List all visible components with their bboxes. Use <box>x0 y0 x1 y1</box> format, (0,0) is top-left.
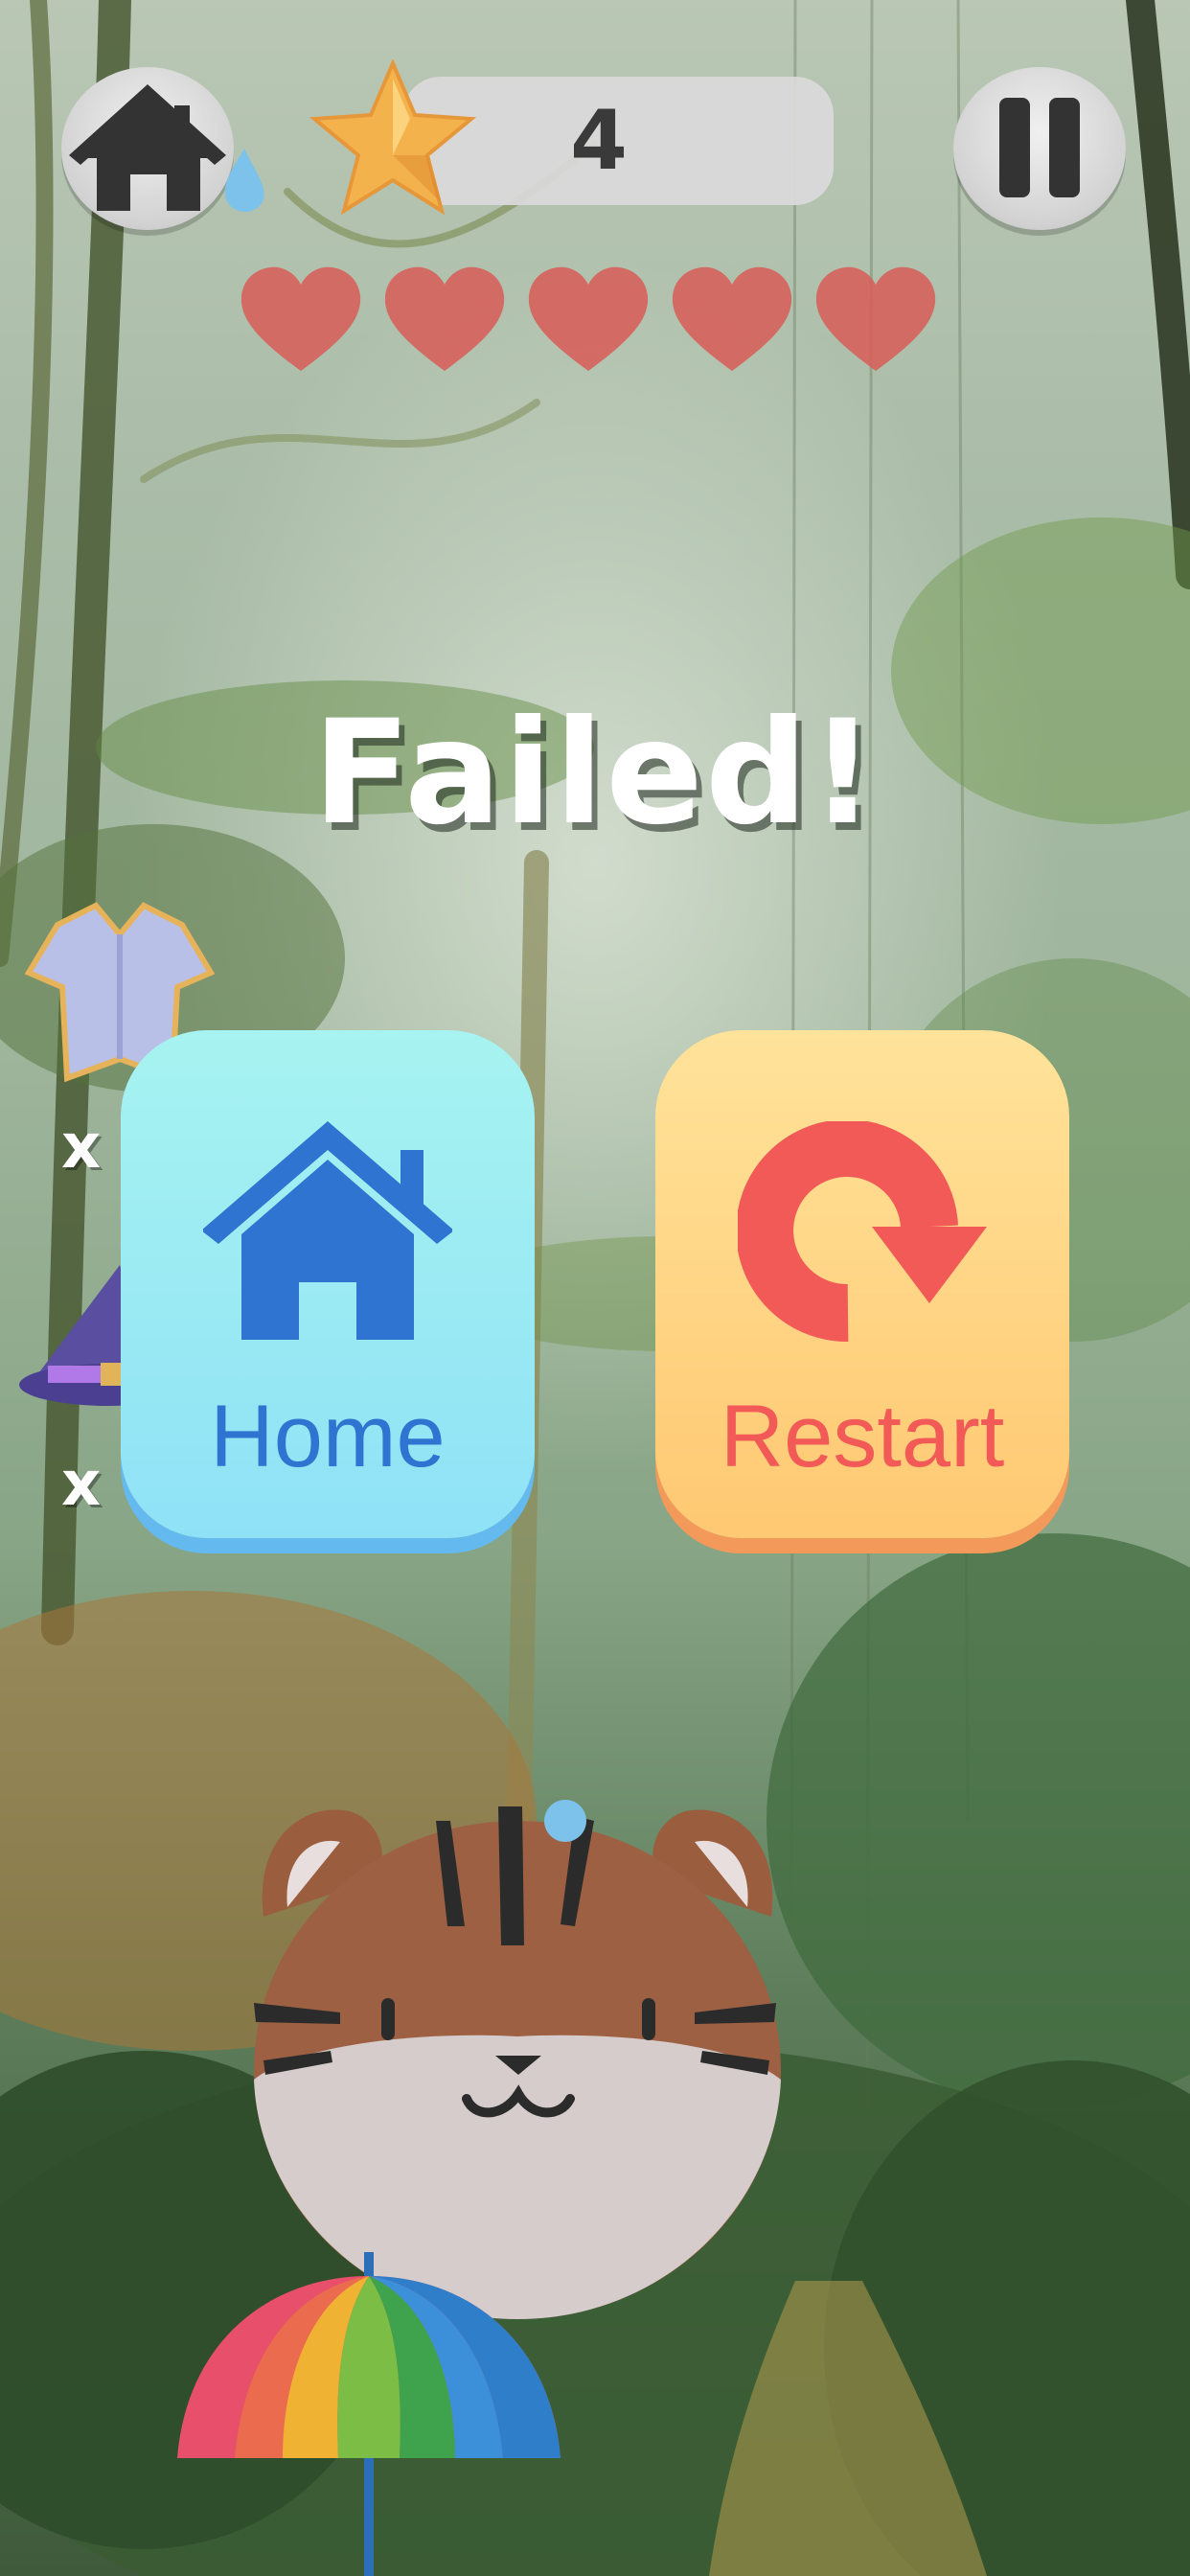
heart-2 <box>384 266 505 371</box>
score-value: 4 <box>570 93 628 189</box>
restart-button[interactable]: Restart <box>655 1030 1069 1538</box>
heart-4 <box>672 266 792 371</box>
game-scene: 4 x x Failed! Home Restart <box>0 0 1190 2576</box>
home-label: Home <box>210 1388 446 1485</box>
umbrella-icon <box>177 2252 561 2576</box>
water-drop-icon <box>224 149 264 213</box>
pause-icon <box>999 98 1080 197</box>
restart-icon <box>738 1121 987 1343</box>
armor-count-label: x <box>61 1112 102 1183</box>
heart-1 <box>240 266 361 371</box>
home-button[interactable] <box>61 67 234 230</box>
heart-5 <box>815 266 936 371</box>
restart-label: Restart <box>720 1388 1005 1485</box>
heart-3 <box>528 266 649 371</box>
home-icon <box>69 84 226 211</box>
tiger-character <box>254 1800 781 2319</box>
wizard-hat-count-label: x <box>61 1449 102 1520</box>
failed-title: Failed! <box>312 690 878 857</box>
pause-button[interactable] <box>953 67 1126 230</box>
house-icon <box>203 1121 452 1340</box>
home-menu-button[interactable]: Home <box>121 1030 535 1538</box>
lives-row <box>240 266 936 371</box>
